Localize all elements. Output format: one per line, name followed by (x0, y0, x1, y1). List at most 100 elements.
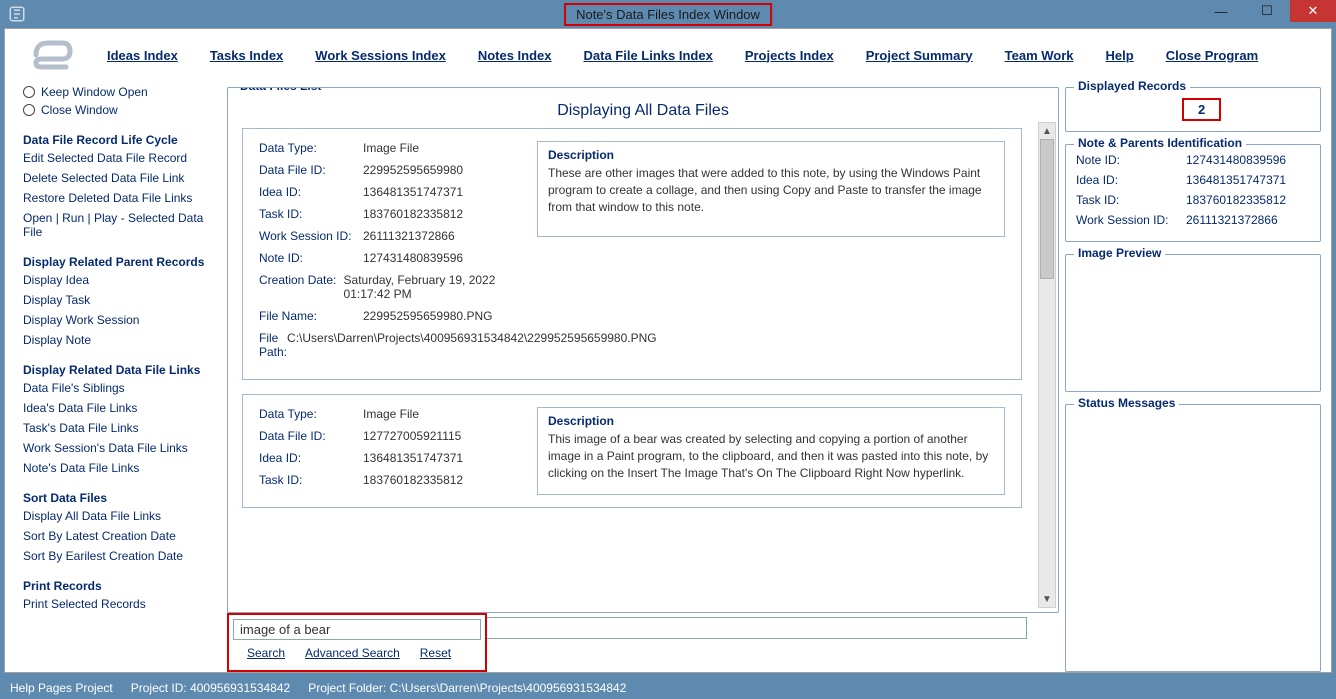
app-window: Note's Data Files Index Window — ☐ ✕ Ide… (0, 0, 1336, 699)
sidebar-display-idea[interactable]: Display Idea (23, 271, 217, 289)
status-messages-legend: Status Messages (1074, 396, 1179, 410)
label-data-type: Data Type: (259, 407, 363, 421)
right-panel: Displayed Records 2 Note & Parents Ident… (1065, 81, 1325, 672)
description-text: This image of a bear was created by sele… (548, 431, 994, 481)
radio-close-window[interactable]: Close Window (23, 103, 217, 117)
sidebar-open-run-play[interactable]: Open | Run | Play - Selected Data File (23, 209, 217, 241)
nav-data-file-links-index[interactable]: Data File Links Index (584, 48, 713, 63)
maximize-button[interactable]: ☐ (1244, 0, 1290, 22)
nav-project-summary[interactable]: Project Summary (866, 48, 973, 63)
sidebar-display-work-session[interactable]: Display Work Session (23, 311, 217, 329)
value-file-path: C:\Users\Darren\Projects\400956931534842… (287, 331, 657, 359)
nav-projects-index[interactable]: Projects Index (745, 48, 834, 63)
status-project-folder: Project Folder: C:\Users\Darren\Projects… (308, 681, 626, 695)
sidebar-note-links[interactable]: Note's Data File Links (23, 459, 217, 477)
label-data-file-id: Data File ID: (259, 429, 363, 443)
sidebar-display-task[interactable]: Display Task (23, 291, 217, 309)
nav-team-work[interactable]: Team Work (1005, 48, 1074, 63)
search-area: Search Advanced Search Reset (227, 613, 487, 672)
sidebar-edit-record[interactable]: Edit Selected Data File Record (23, 149, 217, 167)
value-task-id: 183760182335812 (363, 473, 463, 487)
displayed-records-fieldset: Displayed Records 2 (1065, 87, 1321, 132)
data-files-list-legend: Data Files List (236, 87, 325, 93)
value-note-id: 127431480839596 (363, 251, 463, 265)
scroll-up-icon[interactable]: ▲ (1039, 123, 1055, 139)
identification-legend: Note & Parents Identification (1074, 136, 1246, 150)
description-label: Description (548, 414, 994, 428)
ident-ws-id: 26111321372866 (1186, 213, 1278, 227)
nav-tasks-index[interactable]: Tasks Index (210, 48, 283, 63)
window-title: Note's Data Files Index Window (564, 3, 772, 26)
value-task-id: 183760182335812 (363, 207, 463, 221)
nav-notes-index[interactable]: Notes Index (478, 48, 552, 63)
close-button[interactable]: ✕ (1290, 0, 1336, 22)
sidebar-sort-earliest[interactable]: Sort By Earilest Creation Date (23, 547, 217, 565)
sidebar: Keep Window Open Close Window Data File … (11, 81, 221, 672)
status-help-pages[interactable]: Help Pages Project (10, 681, 113, 695)
description-label: Description (548, 148, 994, 162)
scroll-thumb[interactable] (1040, 139, 1054, 279)
displayed-records-count: 2 (1182, 98, 1221, 121)
sidebar-restore-links[interactable]: Restore Deleted Data File Links (23, 189, 217, 207)
sidebar-ws-links[interactable]: Work Session's Data File Links (23, 439, 217, 457)
advanced-search-link[interactable]: Advanced Search (305, 646, 400, 660)
nav-close-program[interactable]: Close Program (1166, 48, 1258, 63)
radio-keep-open[interactable]: Keep Window Open (23, 85, 217, 99)
scroll-down-icon[interactable]: ▼ (1039, 591, 1055, 607)
reset-link[interactable]: Reset (420, 646, 451, 660)
sidebar-print-selected[interactable]: Print Selected Records (23, 595, 217, 613)
value-work-session-id: 26111321372866 (363, 229, 455, 243)
value-data-file-id: 229952595659980 (363, 163, 463, 177)
sidebar-heading-parent-records: Display Related Parent Records (23, 255, 217, 269)
image-preview-fieldset: Image Preview (1065, 254, 1321, 392)
ident-ws-id-label: Work Session ID: (1076, 213, 1186, 227)
value-data-file-id: 127727005921115 (363, 429, 461, 443)
sidebar-heading-related-links: Display Related Data File Links (23, 363, 217, 377)
identification-fieldset: Note & Parents Identification Note ID:12… (1065, 144, 1321, 242)
value-idea-id: 136481351747371 (363, 451, 463, 465)
ident-task-id-label: Task ID: (1076, 193, 1186, 207)
value-creation-date: Saturday, February 19, 2022 01:17:42 PM (344, 273, 525, 301)
status-bar: Help Pages Project Project ID: 400956931… (0, 677, 1336, 699)
list-scrollbar[interactable]: ▲ ▼ (1038, 122, 1056, 608)
search-input[interactable] (233, 619, 481, 640)
data-files-list-fieldset: Data Files List Displaying All Data File… (227, 87, 1059, 613)
titlebar: Note's Data Files Index Window — ☐ ✕ (0, 0, 1336, 28)
sidebar-delete-link[interactable]: Delete Selected Data File Link (23, 169, 217, 187)
label-idea-id: Idea ID: (259, 185, 363, 199)
minimize-button[interactable]: — (1198, 0, 1244, 22)
value-file-name: 229952595659980.PNG (363, 309, 492, 323)
status-messages-fieldset: Status Messages (1065, 404, 1321, 672)
data-file-card[interactable]: Data Type:Image File Data File ID:127727… (242, 394, 1022, 508)
center-panel: Data Files List Displaying All Data File… (227, 81, 1059, 672)
search-link[interactable]: Search (247, 646, 285, 660)
sidebar-heading-lifecycle: Data File Record Life Cycle (23, 133, 217, 147)
nav-work-sessions-index[interactable]: Work Sessions Index (315, 48, 446, 63)
nav-help[interactable]: Help (1106, 48, 1134, 63)
label-work-session-id: Work Session ID: (259, 229, 363, 243)
description-box: Description These are other images that … (537, 141, 1005, 237)
sidebar-display-note[interactable]: Display Note (23, 331, 217, 349)
ident-idea-id-label: Idea ID: (1076, 173, 1186, 187)
sidebar-heading-sort: Sort Data Files (23, 491, 217, 505)
label-idea-id: Idea ID: (259, 451, 363, 465)
top-nav: Ideas Index Tasks Index Work Sessions In… (5, 29, 1331, 81)
description-text: These are other images that were added t… (548, 165, 994, 215)
nav-ideas-index[interactable]: Ideas Index (107, 48, 178, 63)
label-file-name: File Name: (259, 309, 363, 323)
sidebar-display-all[interactable]: Display All Data File Links (23, 507, 217, 525)
sidebar-siblings[interactable]: Data File's Siblings (23, 379, 217, 397)
data-file-card[interactable]: Data Type:Image File Data File ID:229952… (242, 128, 1022, 380)
sidebar-idea-links[interactable]: Idea's Data File Links (23, 399, 217, 417)
ident-task-id: 183760182335812 (1186, 193, 1286, 207)
status-messages-area (1076, 413, 1310, 573)
ident-idea-id: 136481351747371 (1186, 173, 1286, 187)
search-input-extension[interactable] (487, 617, 1027, 639)
sidebar-task-links[interactable]: Task's Data File Links (23, 419, 217, 437)
label-data-file-id: Data File ID: (259, 163, 363, 177)
label-data-type: Data Type: (259, 141, 363, 155)
sidebar-sort-latest[interactable]: Sort By Latest Creation Date (23, 527, 217, 545)
ident-note-id-label: Note ID: (1076, 153, 1186, 167)
label-task-id: Task ID: (259, 207, 363, 221)
radio-keep-open-label: Keep Window Open (41, 85, 148, 99)
